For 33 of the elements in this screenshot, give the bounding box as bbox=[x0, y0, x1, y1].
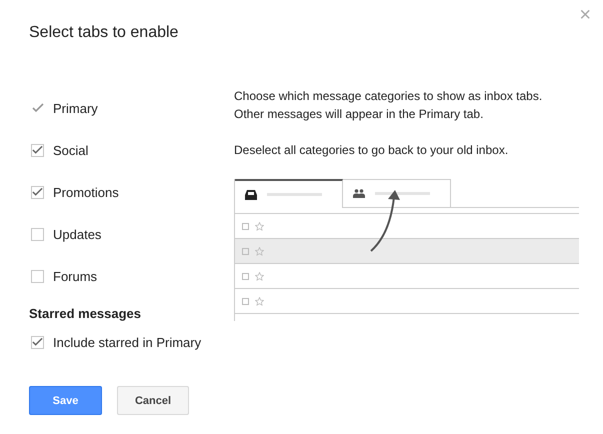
checkmark-icon bbox=[32, 337, 43, 347]
cancel-button[interactable]: Cancel bbox=[117, 386, 189, 415]
checkbox-label: Include starred in Primary bbox=[53, 334, 202, 350]
save-button[interactable]: Save bbox=[29, 386, 102, 415]
people-icon bbox=[353, 189, 365, 198]
description-text: Deselect all categories to go back to your old inbox. bbox=[234, 142, 510, 159]
section-heading: Starred messages bbox=[29, 306, 142, 321]
checkbox-label: Forums bbox=[53, 268, 98, 284]
description-text: Choose which message categories to show as inbox tabs. Other messages will appear in the Primary tab. bbox=[234, 88, 544, 123]
checkbox[interactable] bbox=[31, 270, 44, 282]
checkmark-icon bbox=[32, 187, 43, 197]
checkbox-label: Promotions bbox=[53, 184, 119, 200]
close-button[interactable]: × bbox=[579, 4, 591, 27]
checkmark-icon bbox=[32, 103, 44, 113]
star-icon bbox=[255, 222, 264, 230]
checkmark-icon bbox=[32, 145, 43, 155]
checkbox[interactable] bbox=[31, 144, 44, 156]
checkbox[interactable] bbox=[31, 186, 44, 198]
star-icon bbox=[255, 296, 264, 306]
checkbox-label: Updates bbox=[53, 226, 102, 242]
dialog-title: Select tabs to enable bbox=[29, 24, 180, 43]
checkbox-icon bbox=[242, 272, 249, 280]
star-icon bbox=[255, 272, 264, 280]
star-icon bbox=[255, 246, 264, 256]
checkbox[interactable] bbox=[31, 228, 44, 240]
checkbox-label: Primary bbox=[53, 100, 98, 116]
checkbox-label: Social bbox=[53, 142, 88, 158]
checkbox[interactable] bbox=[31, 336, 44, 348]
checkbox-icon bbox=[242, 222, 249, 230]
curved-arrow bbox=[368, 189, 402, 253]
checkbox-icon bbox=[242, 298, 249, 304]
inbox-icon bbox=[245, 190, 257, 200]
checkbox-icon bbox=[242, 248, 249, 254]
